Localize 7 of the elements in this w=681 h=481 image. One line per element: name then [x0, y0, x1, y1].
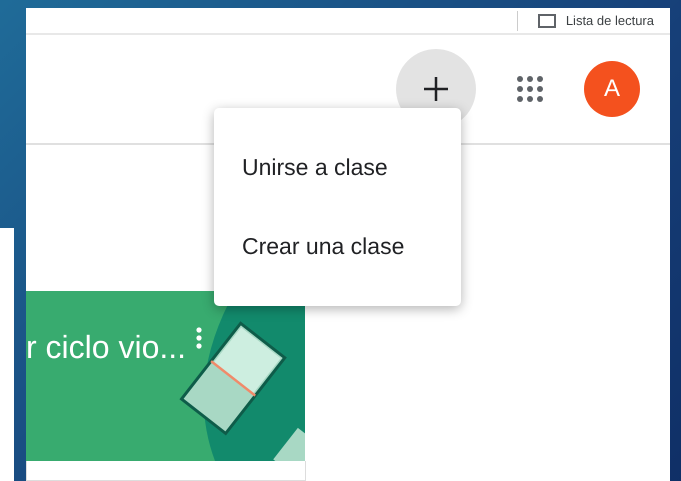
- plus-icon: [422, 75, 450, 103]
- apps-grid-icon[interactable]: [516, 75, 544, 103]
- reading-list-icon: [538, 14, 556, 28]
- menu-item[interactable]: Unirse a clase: [214, 128, 461, 207]
- more-options-icon[interactable]: [196, 327, 202, 349]
- reading-list-link[interactable]: Lista de lectura: [566, 13, 654, 28]
- menu-item[interactable]: Crear una clase: [214, 207, 461, 286]
